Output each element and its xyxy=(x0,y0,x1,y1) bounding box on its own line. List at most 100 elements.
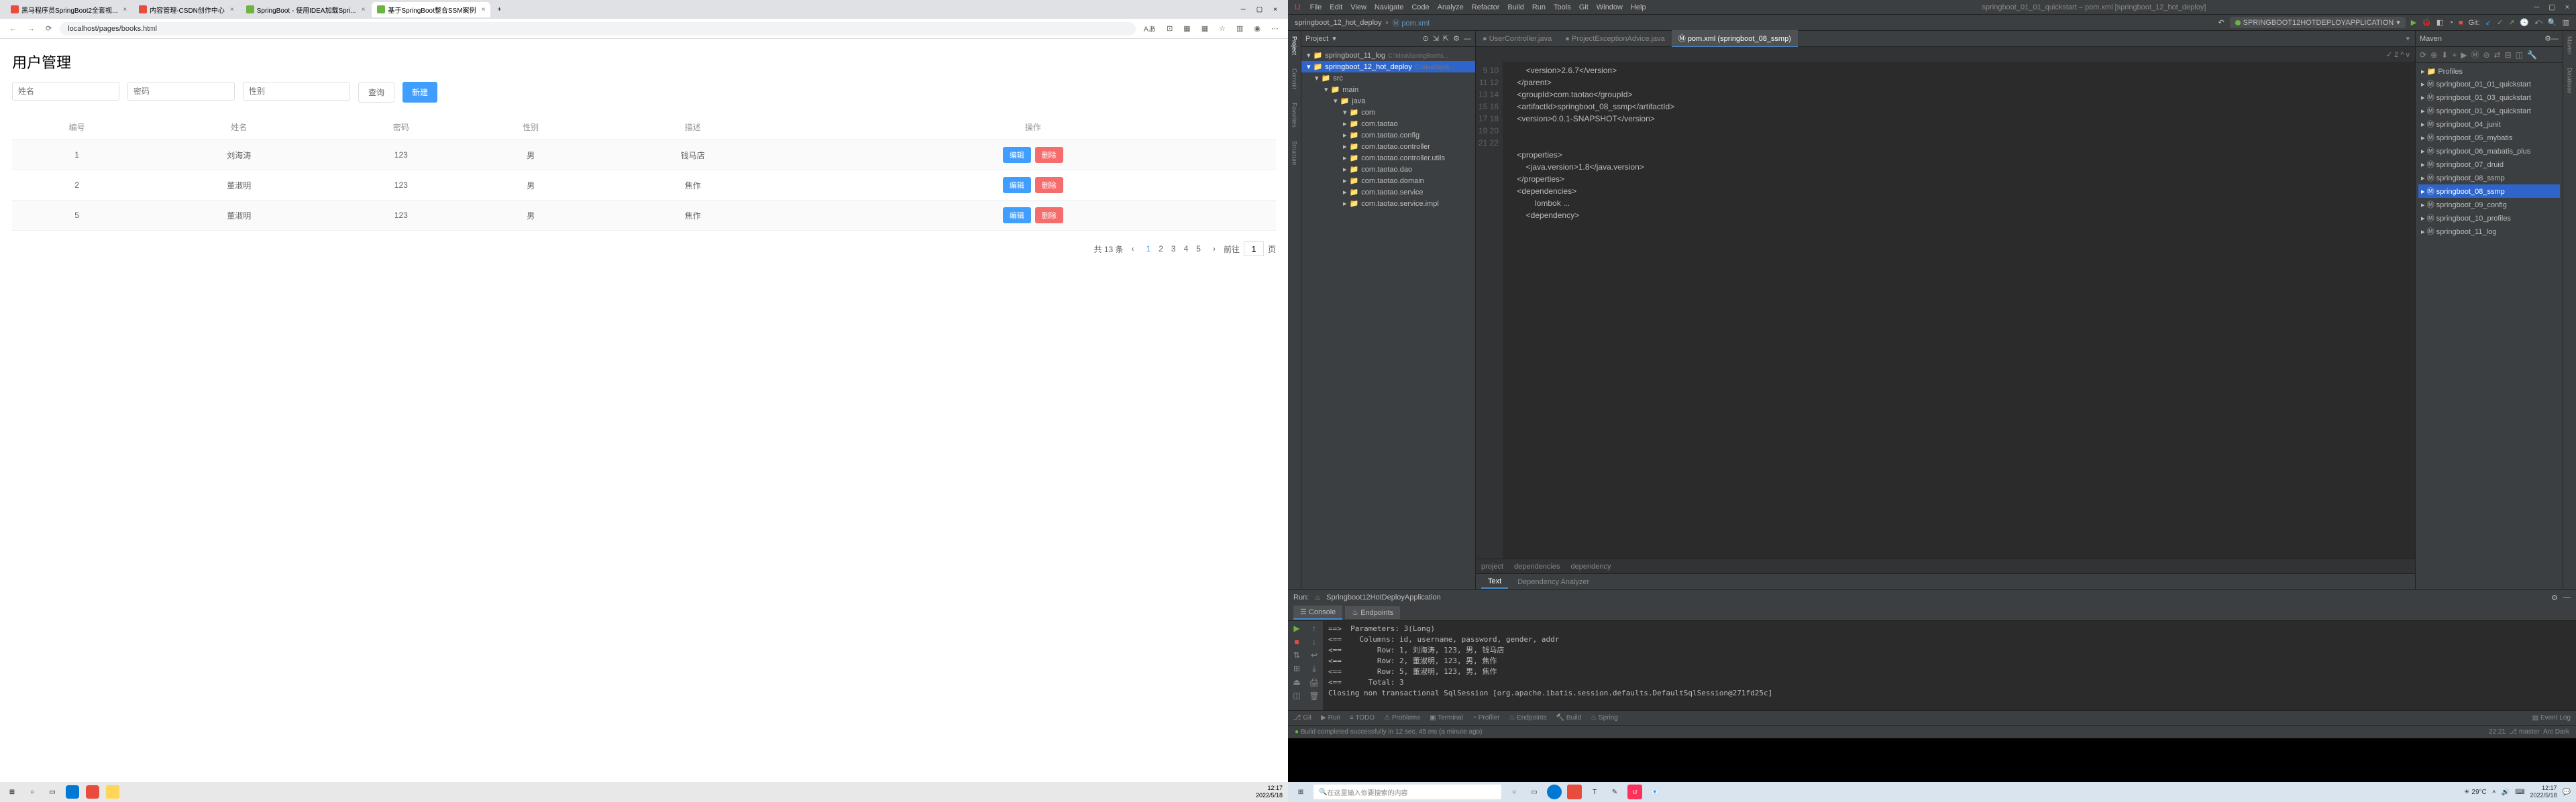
tree-node[interactable]: ▸ 📁 com.taotao.dao xyxy=(1301,164,1475,175)
subtab-text[interactable]: Text xyxy=(1481,575,1508,589)
browser-tab[interactable]: 内容管理-CSDN创作中心× xyxy=(133,2,239,17)
select-opened-icon[interactable]: ⊙ xyxy=(1422,34,1428,43)
close-icon[interactable]: × xyxy=(482,6,486,13)
bc-item[interactable]: dependency xyxy=(1571,563,1611,571)
edit-button[interactable]: 编辑 xyxy=(1003,207,1031,223)
url-input[interactable]: localhost/pages/books.html xyxy=(60,22,1136,36)
tool-todo[interactable]: ≡ TODO xyxy=(1350,714,1375,722)
console-output[interactable]: ==> Parameters: 3(Long) <== Columns: id,… xyxy=(1323,621,2576,710)
wrap-icon[interactable]: ↩ xyxy=(1311,650,1318,660)
event-log[interactable]: ▤ Event Log xyxy=(2532,714,2571,722)
maven-node[interactable]: ▸ Ⓜ springboot_10_profiles xyxy=(2418,211,2560,225)
menu-item[interactable]: File xyxy=(1310,3,1322,11)
tool-endpoints[interactable]: ♨ Endpoints xyxy=(1509,714,1546,722)
tool-git[interactable]: ⎇ Git xyxy=(1293,714,1311,722)
prev-page-icon[interactable]: ‹ xyxy=(1128,243,1138,255)
dump-icon[interactable]: ⊞ xyxy=(1293,664,1300,673)
search-icon[interactable]: 🔍 xyxy=(2548,18,2557,27)
editor-tab[interactable]: ● ProjectExceptionAdvice.java xyxy=(1558,32,1672,46)
tree-node[interactable]: ▾ 📁 springboot_11_log C:\idea\SpringBoot… xyxy=(1301,50,1475,61)
maven-tool[interactable]: Maven xyxy=(2567,36,2573,54)
reload-icon[interactable]: ⟳ xyxy=(43,24,54,33)
collapse-icon[interactable]: ⇱ xyxy=(1443,34,1449,43)
explorer-icon[interactable] xyxy=(106,785,119,799)
window-maximize[interactable]: ▢ xyxy=(2548,3,2555,11)
page-input[interactable] xyxy=(1244,241,1264,256)
menu-item[interactable]: View xyxy=(1350,3,1366,11)
ext-icon[interactable]: ▦ xyxy=(1181,24,1193,33)
status-theme[interactable]: Arc Dark xyxy=(2543,728,2569,736)
down-icon[interactable]: ↓ xyxy=(1312,637,1316,646)
maven-node[interactable]: ▸ Ⓜ springboot_08_ssmp xyxy=(2418,171,2560,184)
window-close[interactable]: × xyxy=(1268,6,1283,13)
cortana-icon[interactable]: ○ xyxy=(1507,785,1521,799)
close-icon[interactable]: × xyxy=(362,6,366,13)
tray-icon[interactable]: 🔊 xyxy=(2502,789,2510,796)
app-icon[interactable] xyxy=(86,785,99,799)
close-icon[interactable]: × xyxy=(230,6,234,13)
git-update-icon[interactable]: ↙ xyxy=(2485,18,2491,27)
project-tool[interactable]: Project xyxy=(1291,36,1298,55)
page-number[interactable]: 1 xyxy=(1142,243,1155,255)
layout-icon[interactable]: ◫ xyxy=(1293,691,1300,700)
breadcrumb-item[interactable]: Ⓜ pom.xml xyxy=(1392,17,1430,28)
print-icon[interactable]: 🖨 xyxy=(1309,678,1319,687)
delete-button[interactable]: 删除 xyxy=(1035,207,1063,223)
hide-icon[interactable]: — xyxy=(2563,593,2571,602)
toggle-icon[interactable]: Ⓜ xyxy=(2471,49,2479,60)
coverage-icon[interactable]: ◧ xyxy=(2436,18,2443,27)
forward-icon[interactable]: → xyxy=(25,25,38,33)
maven-node[interactable]: ▸ 📁 Profiles xyxy=(2418,66,2560,77)
app-icon[interactable]: ✎ xyxy=(1607,785,1622,799)
debug-icon[interactable]: 🐞 xyxy=(2422,18,2431,27)
browser-tab[interactable]: SpringBoot - 使用IDEA加载Spri...× xyxy=(241,2,371,17)
tree-node[interactable]: ▸ 📁 com.taotao.domain xyxy=(1301,175,1475,186)
run-icon[interactable]: ▶ xyxy=(2411,18,2416,27)
tab-console[interactable]: ☰ Console xyxy=(1293,606,1342,620)
clock[interactable]: 12:172022/5/18 xyxy=(2530,785,2557,799)
weather[interactable]: ☀ 29°C xyxy=(2464,789,2487,796)
menu-item[interactable]: Refactor xyxy=(1472,3,1500,11)
show-deps-icon[interactable]: ◫ xyxy=(2516,50,2523,60)
tool-profiler[interactable]: ◔ Profiler xyxy=(1472,714,1500,722)
clear-icon[interactable]: 🗑 xyxy=(1309,691,1319,701)
star-icon[interactable]: ☆ xyxy=(1216,24,1228,33)
menu-item[interactable]: Navigate xyxy=(1375,3,1403,11)
skip-tests-icon[interactable]: ⊘ xyxy=(2483,50,2489,60)
settings-icon[interactable]: ▥ xyxy=(2563,18,2569,27)
create-button[interactable]: 新建 xyxy=(402,82,437,103)
profile-icon[interactable]: ◔ xyxy=(2449,19,2453,27)
tree-node[interactable]: ▸ 📁 com.taotao.service xyxy=(1301,186,1475,198)
tree-node[interactable]: ▸ 📁 com.taotao.service.impl xyxy=(1301,198,1475,209)
maven-node[interactable]: ▸ Ⓜ springboot_01_01_quickstart xyxy=(2418,77,2560,91)
query-button[interactable]: 查询 xyxy=(358,82,394,103)
apps-icon[interactable]: ▥ xyxy=(1234,24,1246,33)
tool-problems[interactable]: ⚠ Problems xyxy=(1384,714,1420,722)
tool-run[interactable]: ▶ Run xyxy=(1321,714,1340,722)
stop-icon[interactable]: ■ xyxy=(2459,19,2463,27)
tree-node[interactable]: ▾ 📁 com xyxy=(1301,107,1475,118)
maven-node[interactable]: ▸ Ⓜ springboot_01_04_quickstart xyxy=(2418,104,2560,117)
search-icon[interactable]: ○ xyxy=(25,785,39,799)
maven-node[interactable]: ▸ Ⓜ springboot_11_log xyxy=(2418,225,2560,238)
favorites-tool[interactable]: Favorites xyxy=(1291,103,1298,127)
maven-node[interactable]: ▸ Ⓜ springboot_09_config xyxy=(2418,198,2560,211)
commit-tool[interactable]: Commit xyxy=(1291,68,1298,89)
start-icon[interactable]: ⊞ xyxy=(1293,785,1308,799)
maven-node[interactable]: ▸ Ⓜ springboot_06_mabatis_plus xyxy=(2418,144,2560,158)
stop-icon[interactable]: ■ xyxy=(1294,637,1299,646)
window-maximize[interactable]: ▢ xyxy=(1251,6,1268,13)
bc-item[interactable]: dependencies xyxy=(1514,563,1560,571)
page-number[interactable]: 3 xyxy=(1167,243,1180,255)
menu-item[interactable]: Edit xyxy=(1330,3,1342,11)
maven-node[interactable]: ▸ Ⓜ springboot_01_03_quickstart xyxy=(2418,91,2560,104)
tree-node[interactable]: ▸ 📁 com.taotao.config xyxy=(1301,129,1475,141)
edit-button[interactable]: 编辑 xyxy=(1003,147,1031,163)
menu-item[interactable]: Build xyxy=(1507,3,1523,11)
app-icon[interactable] xyxy=(1567,785,1582,799)
scroll-icon[interactable]: ⤓ xyxy=(1312,664,1316,674)
back-icon[interactable]: ← xyxy=(7,25,19,33)
page-number[interactable]: 2 xyxy=(1155,243,1167,255)
tree-node[interactable]: ▸ 📁 com.taotao xyxy=(1301,118,1475,129)
back-icon[interactable]: ↶ xyxy=(2218,18,2224,27)
